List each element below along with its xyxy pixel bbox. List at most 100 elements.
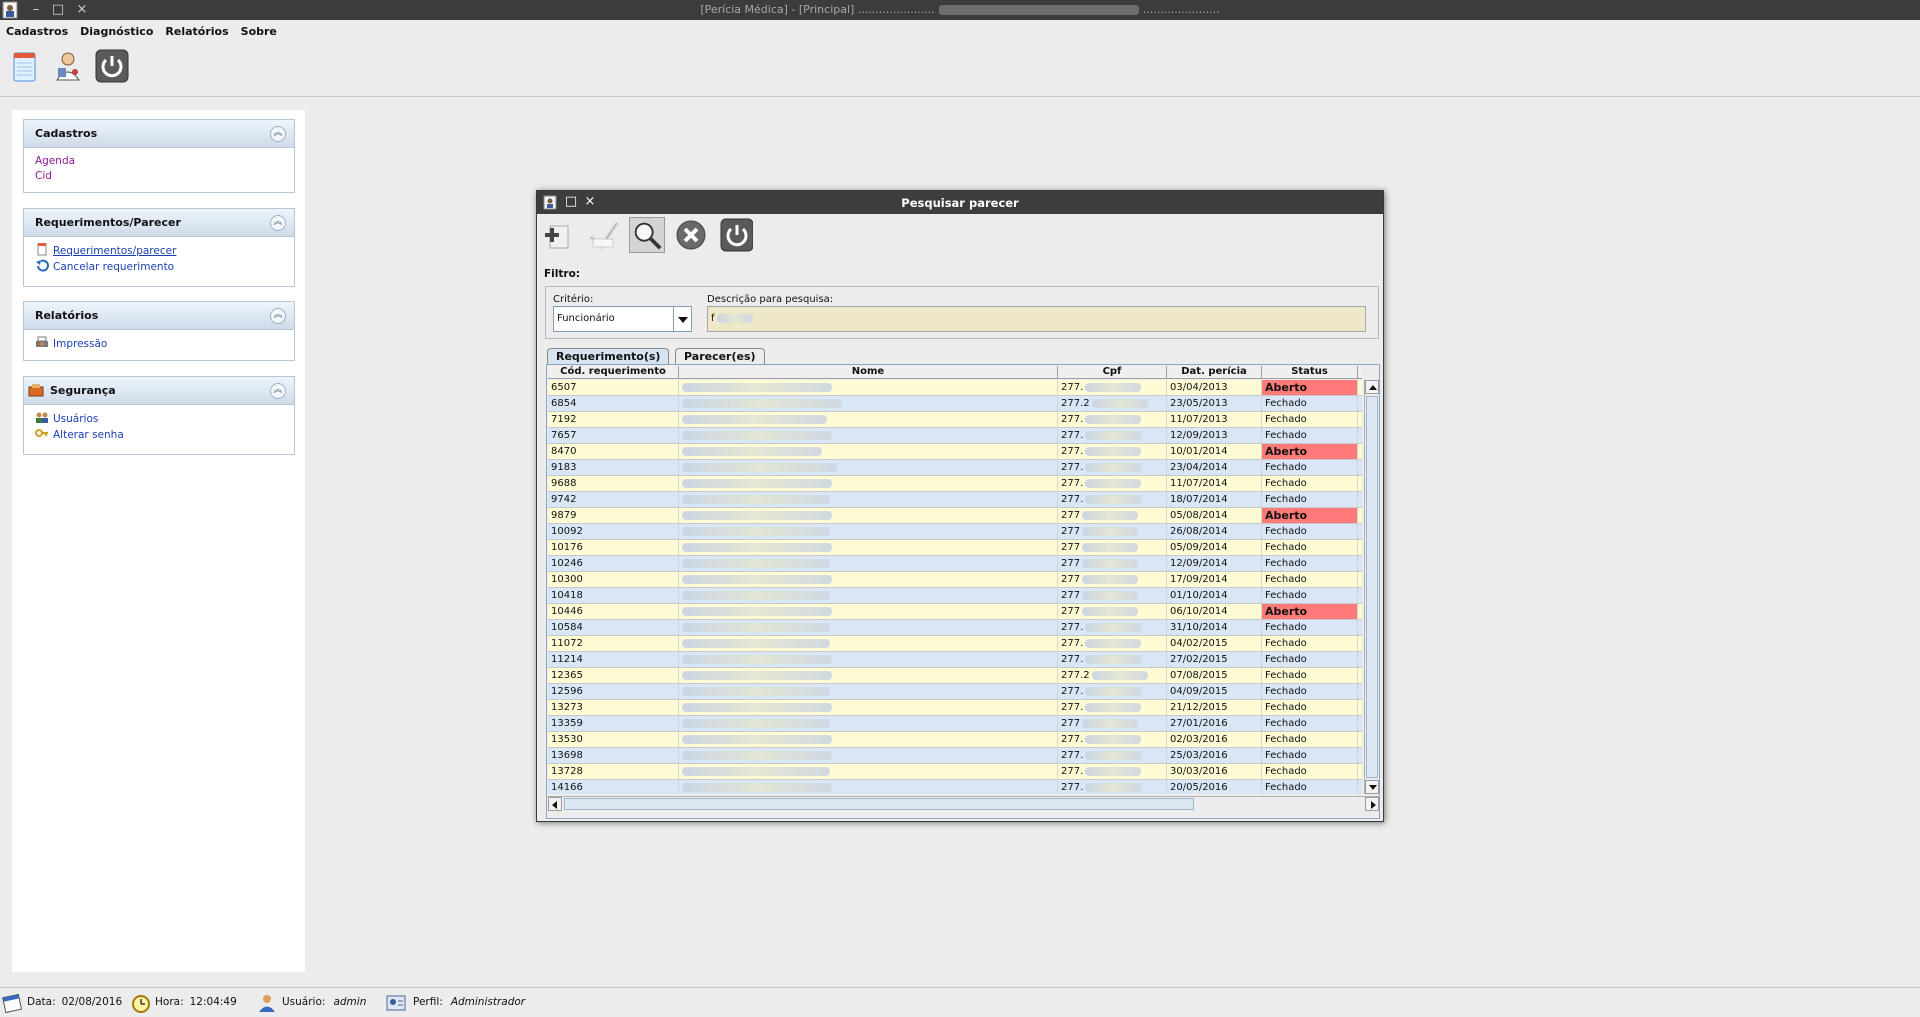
table-row[interactable]: 10446 277 06/10/2014 Aberto <box>548 604 1362 620</box>
criterio-select[interactable]: Funcionário <box>553 306 692 332</box>
collapse-icon[interactable]: ︽ <box>270 215 286 231</box>
table-row[interactable]: 13698 277. 25/03/2016 Fechado <box>548 748 1362 764</box>
panel-title: Segurança <box>50 384 116 397</box>
cell-nome <box>679 508 1058 523</box>
cell-nome <box>679 620 1058 635</box>
scroll-thumb[interactable] <box>1366 396 1378 778</box>
cell-nome <box>679 380 1058 395</box>
menu-cadastros[interactable]: Cadastros <box>6 25 68 38</box>
cell-data: 17/09/2014 <box>1167 572 1262 587</box>
collapse-icon[interactable]: ︽ <box>270 308 286 324</box>
table-row[interactable]: 13530 277. 02/03/2016 Fechado <box>548 732 1362 748</box>
table-row[interactable]: 9688 277. 11/07/2014 Fechado <box>548 476 1362 492</box>
table-row[interactable]: 12596 277. 04/09/2015 Fechado <box>548 684 1362 700</box>
cell-data: 30/03/2016 <box>1167 764 1262 779</box>
table-row[interactable]: 14166 277. 20/05/2016 Fechado <box>548 780 1362 794</box>
cpf-prefix: 277. <box>1061 622 1084 633</box>
power-icon[interactable] <box>94 48 130 84</box>
table-row[interactable]: 7657 277. 12/09/2013 Fechado <box>548 428 1362 444</box>
notepad-icon[interactable] <box>6 48 42 84</box>
tab-requerimentos[interactable]: Requerimento(s) <box>547 348 670 364</box>
sidebar-item-agenda[interactable]: Agenda <box>35 154 283 169</box>
table-row[interactable]: 13273 277. 21/12/2015 Fechado <box>548 700 1362 716</box>
cpf-prefix: 277 <box>1061 606 1081 617</box>
redacted-cpf <box>1085 414 1142 424</box>
cell-cod: 10092 <box>548 524 679 539</box>
edit-icon[interactable] <box>585 217 621 253</box>
table-row[interactable]: 10300 277 17/09/2014 Fechado <box>548 572 1362 588</box>
panel-header[interactable]: Requerimentos/Parecer ︽ <box>24 209 294 237</box>
redacted-name <box>682 462 837 472</box>
search-input[interactable]: f <box>707 306 1366 332</box>
column-header-cpf[interactable]: Cpf <box>1058 366 1167 378</box>
add-icon[interactable] <box>541 217 577 253</box>
scroll-left-icon[interactable] <box>548 797 562 811</box>
table-row[interactable]: 9879 277 05/08/2014 Aberto <box>548 508 1362 524</box>
panel-header[interactable]: Segurança ︽ <box>24 377 294 405</box>
panel-header[interactable]: Relatórios ︽ <box>24 302 294 330</box>
doctor-icon[interactable] <box>50 48 86 84</box>
menu-sobre[interactable]: Sobre <box>241 25 277 38</box>
table-row[interactable]: 10246 277 12/09/2014 Fechado <box>548 556 1362 572</box>
power-icon[interactable] <box>717 217 753 253</box>
table-row[interactable]: 7192 277. 11/07/2013 Fechado <box>548 412 1362 428</box>
scroll-down-icon[interactable] <box>1365 780 1379 794</box>
tab-pareceres[interactable]: Parecer(es) <box>675 348 765 364</box>
panel-header[interactable]: Cadastros ︽ <box>24 120 294 148</box>
cell-nome <box>679 732 1058 747</box>
table-row[interactable]: 10092 277 26/08/2014 Fechado <box>548 524 1362 540</box>
column-header-data[interactable]: Dat. perícia <box>1167 366 1262 378</box>
cell-nome <box>679 524 1058 539</box>
column-header-status[interactable]: Status <box>1262 366 1358 378</box>
table-row[interactable]: 11214 277. 27/02/2015 Fechado <box>548 652 1362 668</box>
sidebar-item-requerimentos-parecer[interactable]: Requerimentos/parecer <box>35 243 283 259</box>
collapse-icon[interactable]: ︽ <box>270 126 286 142</box>
table-row[interactable]: 10176 277 05/09/2014 Fechado <box>548 540 1362 556</box>
sidebar-item-impressao[interactable]: Impressão <box>35 336 283 352</box>
vertical-scrollbar[interactable] <box>1364 380 1379 794</box>
cell-nome <box>679 476 1058 491</box>
table-row[interactable]: 11072 277. 04/02/2015 Fechado <box>548 636 1362 652</box>
clock-icon <box>132 995 150 1013</box>
status-badge: Aberto <box>1262 604 1358 619</box>
cell-data: 05/09/2014 <box>1167 540 1262 555</box>
cancel-icon[interactable] <box>673 217 709 253</box>
collapse-icon[interactable]: ︽ <box>270 383 286 399</box>
table-row[interactable]: 13728 277. 30/03/2016 Fechado <box>548 764 1362 780</box>
status-badge: Fechado <box>1262 764 1358 779</box>
status-badge: Fechado <box>1262 492 1358 507</box>
scroll-right-icon[interactable] <box>1365 797 1379 811</box>
table-row[interactable]: 6854 277.2 23/05/2013 Fechado <box>548 396 1362 412</box>
scroll-thumb[interactable] <box>564 798 1194 810</box>
table-row[interactable]: 12365 277.2 07/08/2015 Fechado <box>548 668 1362 684</box>
sidebar-item-alterar-senha[interactable]: Alterar senha <box>35 427 283 443</box>
menu-diagnostico[interactable]: Diagnóstico <box>80 25 153 38</box>
cell-cod: 6854 <box>548 396 679 411</box>
sidebar-item-cancelar-requerimento[interactable]: Cancelar requerimento <box>35 259 283 275</box>
status-date: Data: 02/08/2016 <box>27 996 123 1008</box>
sidebar-item-cid[interactable]: Cid <box>35 169 283 184</box>
search-icon[interactable] <box>629 217 665 253</box>
column-header-nome[interactable]: Nome <box>679 366 1058 378</box>
chevron-down-icon[interactable] <box>673 307 691 331</box>
table-row[interactable]: 9183 277. 23/04/2014 Fechado <box>548 460 1362 476</box>
sidebar-item-usuarios[interactable]: Usuários <box>35 411 283 427</box>
cell-data: 11/07/2013 <box>1167 412 1262 427</box>
cell-cod: 10246 <box>548 556 679 571</box>
menu-relatorios[interactable]: Relatórios <box>165 25 228 38</box>
security-icon <box>28 384 44 397</box>
horizontal-scrollbar[interactable] <box>548 796 1379 811</box>
dialog-title: Pesquisar parecer <box>901 196 1019 210</box>
key-icon <box>35 429 48 437</box>
column-header-cod[interactable]: Cód. requerimento <box>548 366 679 378</box>
table-row[interactable]: 8470 277. 10/01/2014 Aberto <box>548 444 1362 460</box>
table-row[interactable]: 9742 277. 18/07/2014 Fechado <box>548 492 1362 508</box>
table-row[interactable]: 10584 277. 31/10/2014 Fechado <box>548 620 1362 636</box>
cell-cod: 14166 <box>548 780 679 794</box>
table-row[interactable]: 13359 277 27/01/2016 Fechado <box>548 716 1362 732</box>
cell-data: 01/10/2014 <box>1167 588 1262 603</box>
status-badge: Fechado <box>1262 700 1358 715</box>
table-row[interactable]: 10418 277 01/10/2014 Fechado <box>548 588 1362 604</box>
table-row[interactable]: 6507 277. 03/04/2013 Aberto <box>548 380 1362 396</box>
scroll-up-icon[interactable] <box>1365 380 1379 394</box>
